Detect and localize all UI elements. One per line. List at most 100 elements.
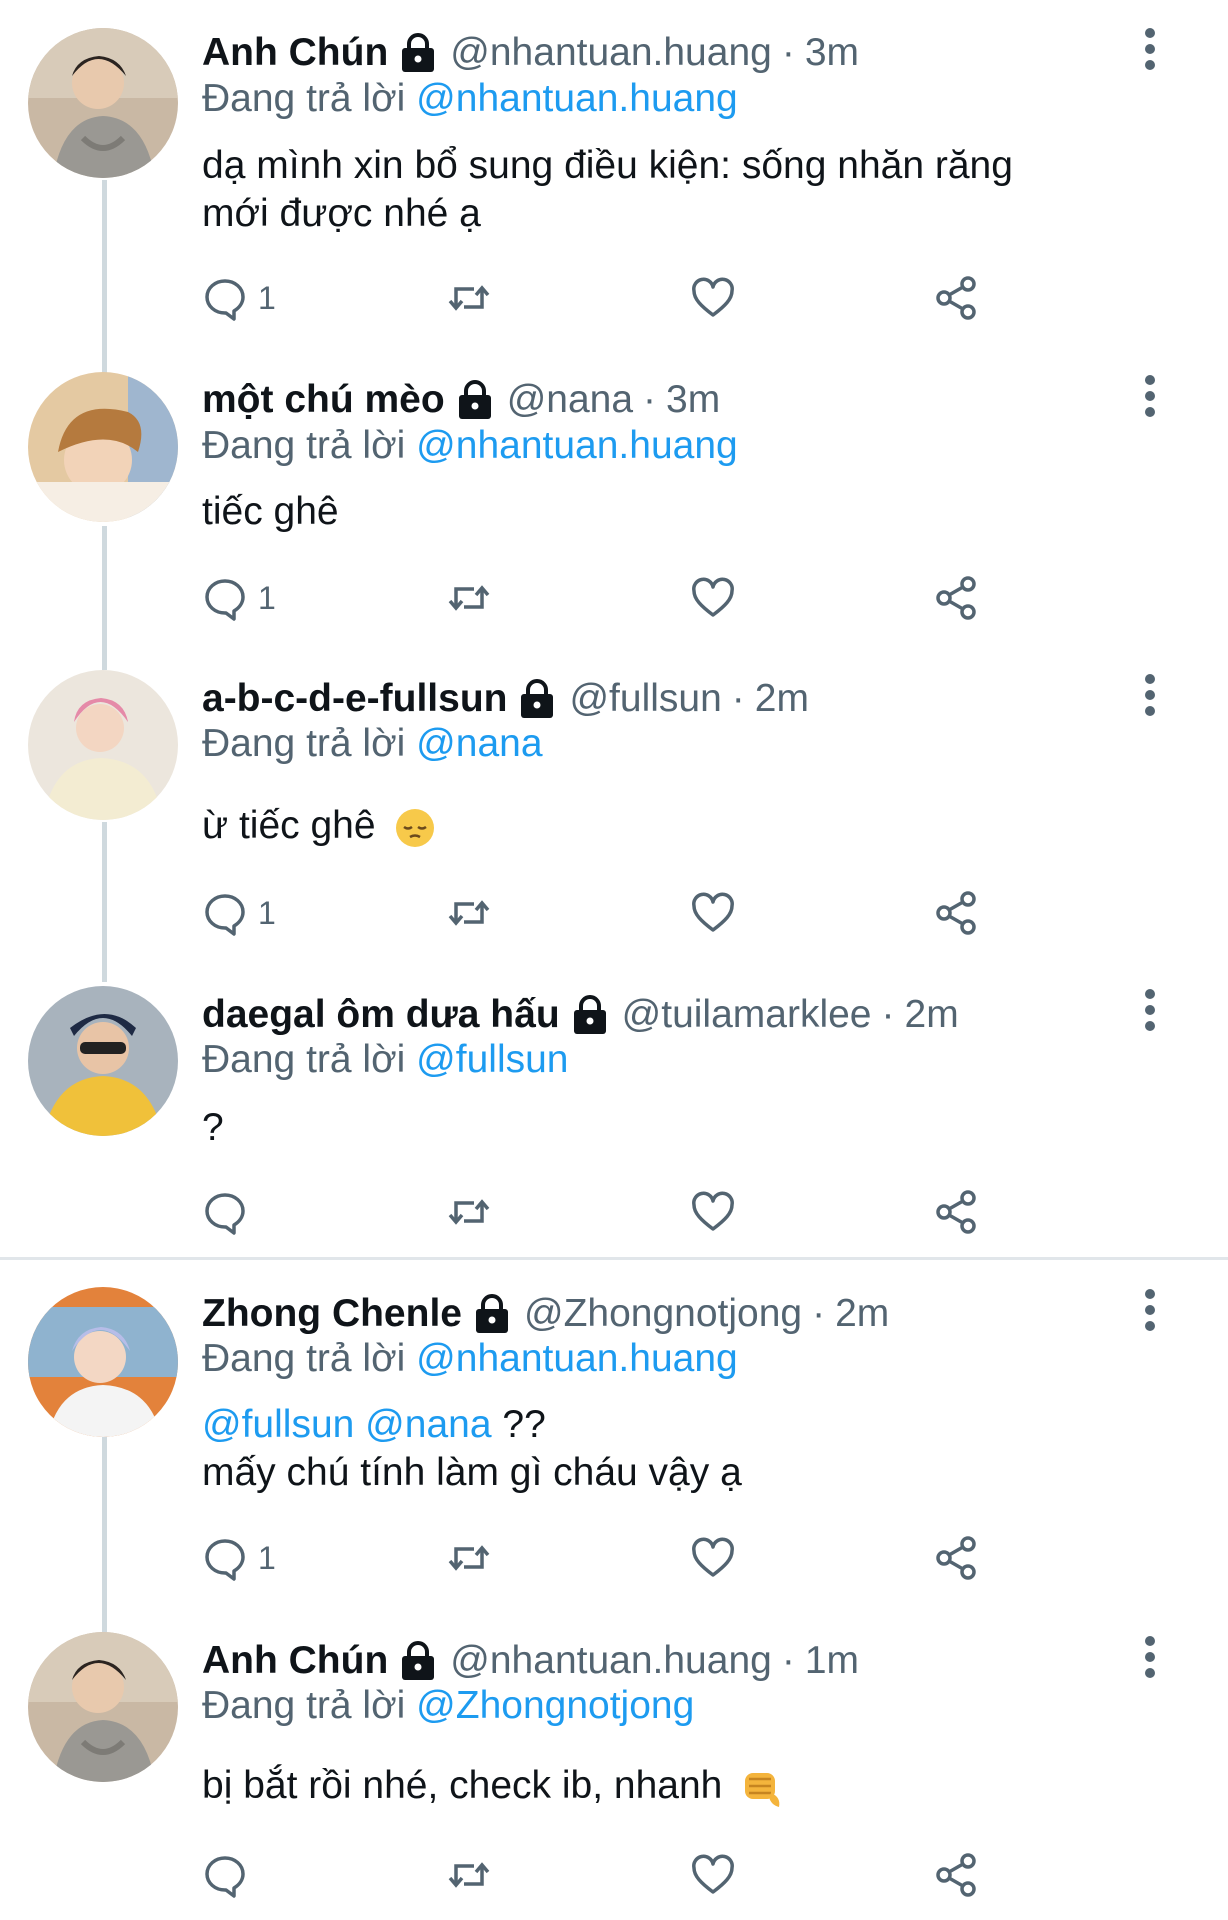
reply-count: 1 [258, 1539, 276, 1576]
timestamp[interactable]: 1m [805, 1639, 859, 1683]
avatar[interactable] [28, 670, 178, 820]
user-handle[interactable]: @nhantuan.huang [450, 31, 772, 75]
tweet-text: @fullsun @nana ?? mấy chú tính làm gì ch… [202, 1401, 1122, 1497]
replying-label: Đang trả lời [202, 1337, 406, 1380]
more-options-icon[interactable] [1132, 985, 1168, 1035]
heart-icon [692, 277, 734, 317]
tweet-actions: 1 [200, 885, 1000, 941]
reply-count: 1 [258, 279, 276, 316]
replying-label: Đang trả lời [202, 424, 406, 467]
retweet-button[interactable] [444, 1184, 494, 1240]
mention-link[interactable]: @fullsun [202, 1403, 354, 1446]
tweet-header: Anh Chún @nhantuan.huang · 1m [202, 1636, 859, 1686]
user-handle[interactable]: @fullsun [569, 677, 721, 721]
avatar[interactable] [28, 28, 178, 178]
mention-link[interactable]: @nhantuan.huang [416, 1337, 738, 1380]
reply-button[interactable]: 1 [200, 270, 276, 326]
display-name[interactable]: Zhong Chenle [202, 1292, 462, 1336]
tweet-text-line: ừ tiếc ghê [202, 804, 376, 847]
mention-link[interactable]: @nhantuan.huang [416, 77, 738, 120]
share-button[interactable] [932, 570, 982, 626]
share-button[interactable] [932, 1184, 982, 1240]
reply-button[interactable] [200, 1847, 258, 1903]
reply-icon [205, 1856, 245, 1898]
display-name[interactable]: Anh Chún [202, 31, 388, 75]
user-handle[interactable]: @tuilamarklee [622, 993, 872, 1037]
mention-link[interactable]: @nana [365, 1403, 491, 1446]
like-button[interactable] [688, 1184, 738, 1240]
heart-icon [692, 892, 734, 932]
tweet-text: tiếc ghê [202, 488, 1122, 536]
retweet-button[interactable] [444, 570, 494, 626]
avatar[interactable] [28, 986, 178, 1136]
share-button[interactable] [932, 1530, 982, 1586]
share-icon [936, 276, 976, 320]
display-name[interactable]: daegal ôm dưa hấu [202, 993, 560, 1037]
timestamp[interactable]: 3m [805, 31, 859, 75]
reply-count: 1 [258, 894, 276, 931]
display-name[interactable]: Anh Chún [202, 1639, 388, 1683]
replying-to: Đang trả lời @Zhongnotjong [202, 1684, 694, 1728]
retweet-button[interactable] [444, 1847, 494, 1903]
display-name[interactable]: a-b-c-d-e-fullsun [202, 677, 507, 721]
thread-line [102, 1436, 107, 1632]
more-options-icon[interactable] [1132, 24, 1168, 74]
retweet-icon [448, 1199, 490, 1225]
share-icon [936, 1536, 976, 1580]
timestamp[interactable]: 2m [835, 1292, 889, 1336]
separator-dot: · [643, 378, 657, 421]
retweet-button[interactable] [444, 1530, 494, 1586]
user-handle[interactable]: @nana [507, 378, 633, 422]
tweet-text: bị bắt rồi nhé, check ib, nhanh [202, 1762, 1122, 1810]
more-options-icon[interactable] [1132, 1632, 1168, 1682]
tweet-text: dạ mình xin bổ sung điều kiện: sống nhăn… [202, 142, 1122, 238]
more-options-icon[interactable] [1132, 371, 1168, 421]
separator-dot: · [812, 1292, 826, 1335]
tweet-actions: 1 [200, 1530, 1000, 1586]
lock-icon [458, 380, 491, 419]
timestamp[interactable]: 3m [666, 378, 720, 422]
retweet-button[interactable] [444, 270, 494, 326]
share-button[interactable] [932, 1847, 982, 1903]
replying-to: Đang trả lời @nana [202, 722, 543, 766]
tweet-text-line: mới được nhé ạ [202, 192, 481, 235]
reply-count: 1 [258, 579, 276, 616]
like-button[interactable] [688, 885, 738, 941]
display-name[interactable]: một chú mèo [202, 378, 445, 422]
like-button[interactable] [688, 270, 738, 326]
retweet-button[interactable] [444, 885, 494, 941]
share-icon [936, 576, 976, 620]
avatar[interactable] [28, 1632, 178, 1782]
lock-icon [475, 1294, 508, 1333]
tweet-actions [200, 1847, 1000, 1903]
reply-button[interactable]: 1 [200, 1530, 276, 1586]
avatar[interactable] [28, 372, 178, 522]
more-options-icon[interactable] [1132, 1285, 1168, 1335]
like-button[interactable] [688, 1847, 738, 1903]
timestamp[interactable]: 2m [905, 993, 959, 1037]
thread-line [102, 526, 107, 670]
tweet-actions: 1 [200, 270, 1000, 326]
mention-link[interactable]: @nhantuan.huang [416, 424, 738, 467]
reply-icon [205, 579, 245, 621]
avatar[interactable] [28, 1287, 178, 1437]
reply-button[interactable] [200, 1184, 258, 1240]
reply-button[interactable]: 1 [200, 885, 276, 941]
share-button[interactable] [932, 270, 982, 326]
share-button[interactable] [932, 885, 982, 941]
user-handle[interactable]: @Zhongnotjong [524, 1292, 802, 1336]
tweet-actions: 1 [200, 570, 1000, 626]
reply-button[interactable]: 1 [200, 570, 276, 626]
user-handle[interactable]: @nhantuan.huang [450, 1639, 772, 1683]
thread-line [102, 822, 107, 982]
timestamp[interactable]: 2m [755, 677, 809, 721]
mention-link[interactable]: @fullsun [416, 1038, 568, 1081]
like-button[interactable] [688, 570, 738, 626]
mention-link[interactable]: @nana [416, 722, 542, 765]
like-button[interactable] [688, 1530, 738, 1586]
replying-label: Đang trả lời [202, 1038, 406, 1081]
tweet-text-line: @fullsun @nana ?? [202, 1401, 1122, 1449]
tweet-text-fragment: ?? [502, 1403, 546, 1446]
more-options-icon[interactable] [1132, 670, 1168, 720]
mention-link[interactable]: @Zhongnotjong [416, 1684, 694, 1727]
